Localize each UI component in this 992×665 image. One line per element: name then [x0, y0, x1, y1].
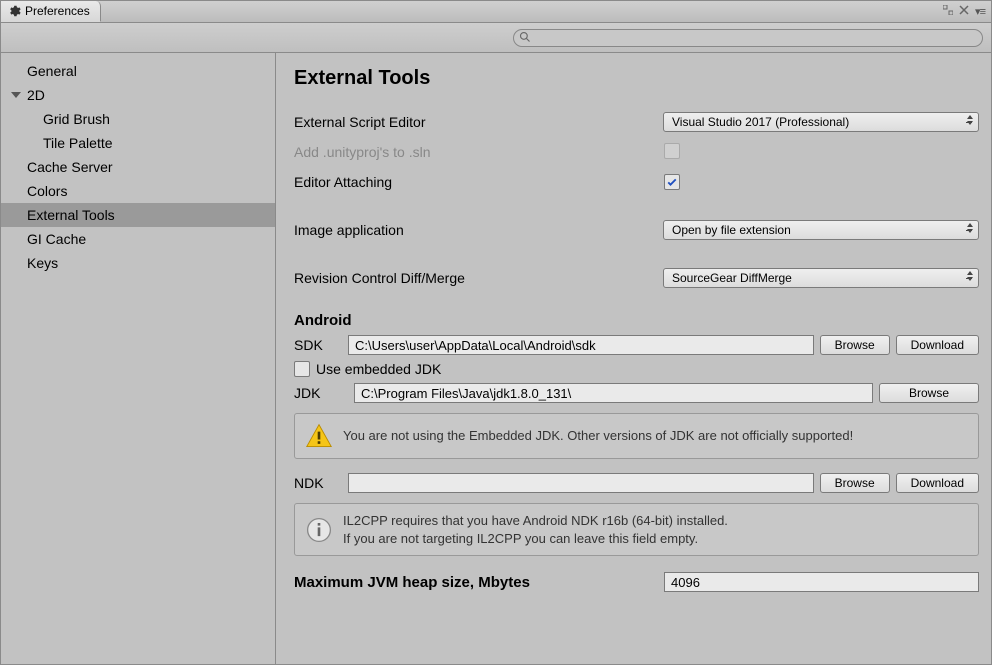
- checkbox-add-unityproj: [664, 143, 680, 159]
- sidebar-item-label: Keys: [27, 255, 58, 271]
- search-bar: [1, 23, 991, 53]
- row-add-unityproj: Add .unityproj's to .sln: [294, 138, 979, 166]
- dropdown-external-script-editor[interactable]: Visual Studio 2017 (Professional): [663, 112, 979, 132]
- label-external-script-editor: External Script Editor: [294, 114, 663, 130]
- input-ndk-path[interactable]: [348, 473, 814, 493]
- label-image-application: Image application: [294, 222, 663, 238]
- window-dock-icon[interactable]: [943, 5, 953, 18]
- label-heap-size: Maximum JVM heap size, Mbytes: [294, 574, 664, 591]
- sidebar-item-label: General: [27, 63, 77, 79]
- browse-sdk-button[interactable]: Browse: [820, 335, 890, 355]
- label-add-unityproj: Add .unityproj's to .sln: [294, 144, 664, 160]
- info-ndk: IL2CPP requires that you have Android ND…: [294, 503, 979, 556]
- download-ndk-button[interactable]: Download: [896, 473, 979, 493]
- input-jdk-path[interactable]: [354, 383, 873, 403]
- sidebar-item-external-tools[interactable]: External Tools: [1, 203, 275, 227]
- section-title-android: Android: [294, 312, 979, 329]
- dropdown-arrows-icon: [967, 223, 973, 233]
- input-heap-size[interactable]: [664, 572, 979, 592]
- sidebar-item-keys[interactable]: Keys: [1, 251, 275, 275]
- warning-text: You are not using the Embedded JDK. Othe…: [343, 427, 853, 445]
- sidebar-item-label: Colors: [27, 183, 67, 199]
- dropdown-revision-control[interactable]: SourceGear DiffMerge: [663, 268, 979, 288]
- tab-preferences[interactable]: Preferences: [1, 1, 101, 22]
- row-heap-size: Maximum JVM heap size, Mbytes: [294, 572, 979, 592]
- window-close-icon[interactable]: [959, 5, 969, 18]
- sidebar-item-label: GI Cache: [27, 231, 86, 247]
- row-image-application: Image application Open by file extension: [294, 216, 979, 244]
- tab-label: Preferences: [25, 4, 90, 18]
- sidebar-item-grid-brush[interactable]: Grid Brush: [1, 107, 275, 131]
- search-icon: [519, 31, 531, 43]
- body: General 2D Grid Brush Tile Palette Cache…: [1, 53, 991, 664]
- input-sdk-path[interactable]: [348, 335, 814, 355]
- row-use-embedded-jdk: Use embedded JDK: [294, 361, 979, 377]
- label-ndk: NDK: [294, 475, 342, 491]
- info-icon: [305, 516, 333, 544]
- gear-icon: [7, 4, 21, 18]
- warning-jdk: You are not using the Embedded JDK. Othe…: [294, 413, 979, 459]
- window-menu-icon[interactable]: ▾≡: [975, 5, 985, 18]
- row-editor-attaching: Editor Attaching: [294, 168, 979, 196]
- row-jdk: JDK Browse: [294, 383, 979, 403]
- sidebar-item-label: Grid Brush: [43, 111, 110, 127]
- checkbox-use-embedded-jdk[interactable]: [294, 361, 310, 377]
- sidebar-item-general[interactable]: General: [1, 59, 275, 83]
- sidebar-item-gi-cache[interactable]: GI Cache: [1, 227, 275, 251]
- download-sdk-button[interactable]: Download: [896, 335, 979, 355]
- label-revision-control: Revision Control Diff/Merge: [294, 270, 663, 286]
- chevron-down-icon: [11, 92, 21, 98]
- titlebar: Preferences ▾≡: [1, 1, 991, 23]
- info-text: IL2CPP requires that you have Android ND…: [343, 512, 728, 547]
- sidebar-item-colors[interactable]: Colors: [1, 179, 275, 203]
- checkbox-editor-attaching[interactable]: [664, 174, 680, 190]
- check-icon: [666, 176, 678, 188]
- row-external-script-editor: External Script Editor Visual Studio 201…: [294, 108, 979, 136]
- sidebar-item-label: Cache Server: [27, 159, 113, 175]
- sidebar-item-cache-server[interactable]: Cache Server: [1, 155, 275, 179]
- dropdown-image-application[interactable]: Open by file extension: [663, 220, 979, 240]
- search-input[interactable]: [513, 29, 983, 47]
- warning-icon: [305, 422, 333, 450]
- sidebar-item-label: Tile Palette: [43, 135, 113, 151]
- sidebar: General 2D Grid Brush Tile Palette Cache…: [1, 53, 276, 664]
- browse-jdk-button[interactable]: Browse: [879, 383, 979, 403]
- dropdown-arrows-icon: [967, 271, 973, 281]
- dropdown-arrows-icon: [967, 115, 973, 125]
- row-sdk: SDK Browse Download: [294, 335, 979, 355]
- page-title: External Tools: [294, 67, 979, 90]
- dropdown-value: Visual Studio 2017 (Professional): [672, 115, 849, 129]
- sidebar-item-tile-palette[interactable]: Tile Palette: [1, 131, 275, 155]
- dropdown-value: SourceGear DiffMerge: [672, 271, 792, 285]
- label-jdk: JDK: [294, 385, 342, 401]
- dropdown-value: Open by file extension: [672, 223, 791, 237]
- sidebar-item-label: External Tools: [27, 207, 115, 223]
- preferences-window: Preferences ▾≡ General 2D Grid: [0, 0, 992, 665]
- sidebar-item-label: 2D: [27, 87, 45, 103]
- row-revision-control: Revision Control Diff/Merge SourceGear D…: [294, 264, 979, 292]
- label-use-embedded-jdk: Use embedded JDK: [316, 361, 441, 377]
- browse-ndk-button[interactable]: Browse: [820, 473, 890, 493]
- label-editor-attaching: Editor Attaching: [294, 174, 664, 190]
- label-sdk: SDK: [294, 337, 342, 353]
- row-ndk: NDK Browse Download: [294, 473, 979, 493]
- window-controls: ▾≡: [943, 1, 991, 22]
- content-panel: External Tools External Script Editor Vi…: [276, 53, 991, 664]
- sidebar-item-2d[interactable]: 2D: [1, 83, 275, 107]
